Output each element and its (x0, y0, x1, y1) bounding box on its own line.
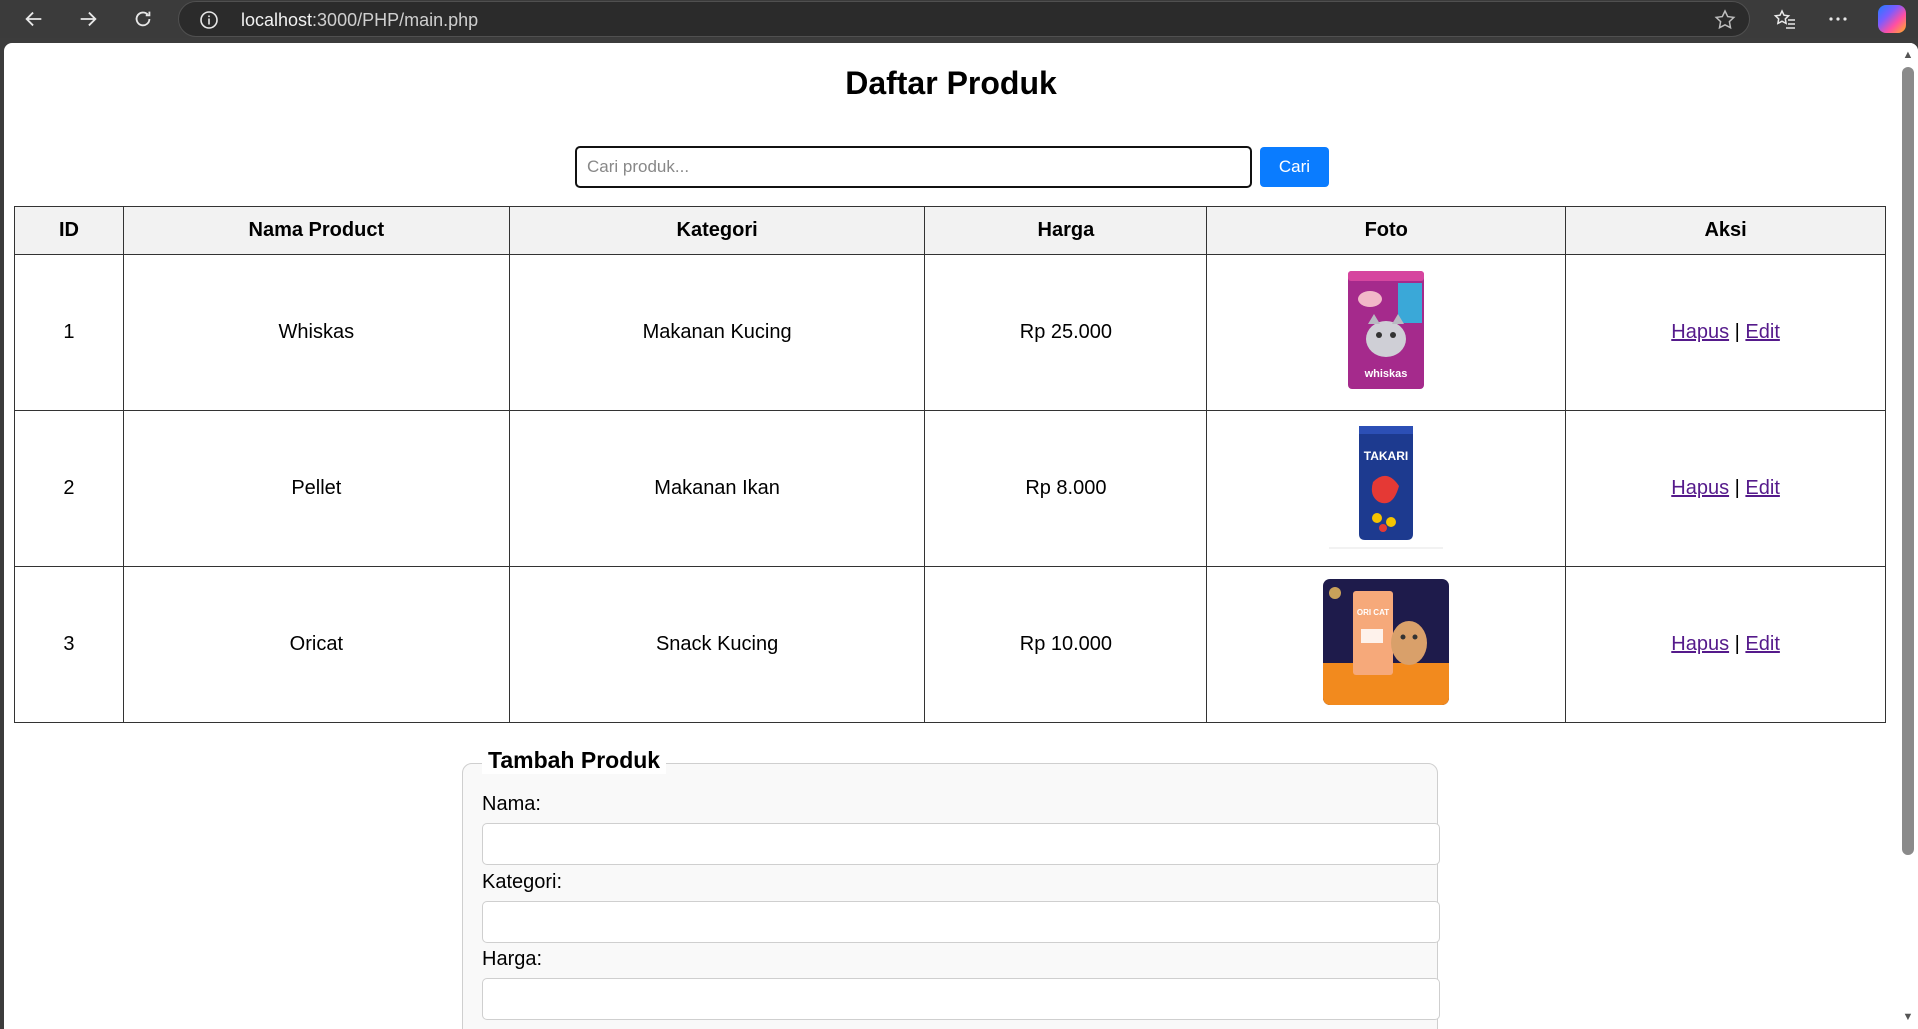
oricat-brand-text: ORI CAT (1357, 608, 1389, 617)
cell-photo: TAKARI (1206, 410, 1567, 567)
takari-brand-text: TAKARI (1364, 449, 1408, 463)
cell-category: Makanan Kucing (508, 254, 926, 411)
table-row: 3 Oricat Snack Kucing Rp 10.000 ORI CAT (14, 566, 1886, 723)
scroll-down-arrow-icon[interactable]: ▼ (1902, 1011, 1914, 1023)
oricat-pack-image: ORI CAT (1323, 578, 1450, 705)
table-header-row: ID Nama Product Kategori Harga Foto Aksi (14, 206, 1886, 255)
product-table: ID Nama Product Kategori Harga Foto Aksi… (14, 206, 1886, 723)
cell-category: Makanan Ikan (508, 410, 926, 567)
cell-price: Rp 25.000 (924, 254, 1208, 411)
cell-photo: ORI CAT (1206, 566, 1567, 723)
whiskas-pack-image: whiskas (1348, 270, 1425, 389)
more-dots-icon (1829, 17, 1847, 21)
cell-category: Snack Kucing (508, 566, 926, 723)
add-product-legend: Tambah Produk (482, 747, 667, 774)
action-separator: | (1734, 633, 1740, 655)
page-title: Daftar Produk (845, 65, 1057, 101)
cell-actions: Hapus | Edit (1565, 566, 1886, 723)
price-label: Harga: (482, 948, 543, 970)
header-id: ID (14, 206, 124, 255)
header-action: Aksi (1565, 206, 1886, 255)
address-bar[interactable]: localhost:3000/PHP/main.php (178, 1, 1750, 37)
cell-name: Pellet (122, 410, 510, 567)
favorites-list-icon (1773, 9, 1795, 29)
table-row: 2 Pellet Makanan Ikan Rp 8.000 TAKARI Ha… (14, 410, 1886, 567)
cell-id: 1 (14, 254, 124, 411)
header-price: Harga (924, 206, 1208, 255)
search-input[interactable] (575, 146, 1252, 188)
header-photo: Foto (1206, 206, 1567, 255)
delete-link[interactable]: Hapus (1671, 633, 1729, 655)
scrollbar-thumb[interactable] (1902, 67, 1914, 855)
back-button[interactable] (16, 2, 52, 36)
action-separator: | (1734, 321, 1740, 343)
edit-link[interactable]: Edit (1745, 321, 1779, 343)
forward-button[interactable] (70, 2, 106, 36)
edit-link[interactable]: Edit (1745, 633, 1779, 655)
scroll-up-arrow-icon[interactable]: ▲ (1902, 49, 1914, 61)
copilot-icon[interactable] (1878, 5, 1906, 33)
info-icon[interactable] (199, 10, 219, 30)
name-field[interactable] (482, 823, 1440, 865)
category-label: Kategori: (482, 871, 563, 893)
edit-link[interactable]: Edit (1745, 477, 1779, 499)
price-field[interactable] (482, 978, 1440, 1020)
takari-pack-image: TAKARI (1329, 425, 1444, 548)
header-category: Kategori (508, 206, 926, 255)
arrow-right-icon (80, 11, 97, 27)
cell-price: Rp 10.000 (924, 566, 1208, 723)
url-path: :3000/PHP/main.php (312, 10, 479, 30)
cell-name: Whiskas (122, 254, 510, 411)
header-name: Nama Product (122, 206, 510, 255)
cell-name: Oricat (122, 566, 510, 723)
search-button[interactable]: Cari (1260, 147, 1329, 187)
url-host: localhost (241, 10, 313, 30)
whiskas-brand-text: whiskas (1364, 368, 1408, 380)
url-text[interactable]: localhost:3000/PHP/main.php (241, 10, 478, 31)
delete-link[interactable]: Hapus (1671, 477, 1729, 499)
cell-id: 2 (14, 410, 124, 567)
cell-price: Rp 8.000 (924, 410, 1208, 567)
favorites-button[interactable] (1771, 5, 1799, 33)
table-row: 1 Whiskas Makanan Kucing Rp 25.000 whisk (14, 254, 1886, 411)
cell-actions: Hapus | Edit (1565, 410, 1886, 567)
page-viewport: Daftar Produk Cari ID Nama Product Kateg… (4, 43, 1918, 1029)
favorite-star-icon[interactable] (1713, 8, 1737, 32)
reload-button[interactable] (125, 2, 161, 36)
browser-toolbar: localhost:3000/PHP/main.php (0, 0, 1918, 38)
reload-icon (135, 11, 151, 27)
more-menu-button[interactable] (1824, 5, 1852, 33)
cell-photo: whiskas (1206, 254, 1567, 411)
action-separator: | (1734, 477, 1740, 499)
delete-link[interactable]: Hapus (1671, 321, 1729, 343)
name-label: Nama: (482, 793, 541, 815)
cell-actions: Hapus | Edit (1565, 254, 1886, 411)
arrow-left-icon (25, 11, 42, 27)
cell-id: 3 (14, 566, 124, 723)
category-field[interactable] (482, 901, 1440, 943)
vertical-scrollbar[interactable]: ▲ ▼ (1898, 43, 1918, 1029)
